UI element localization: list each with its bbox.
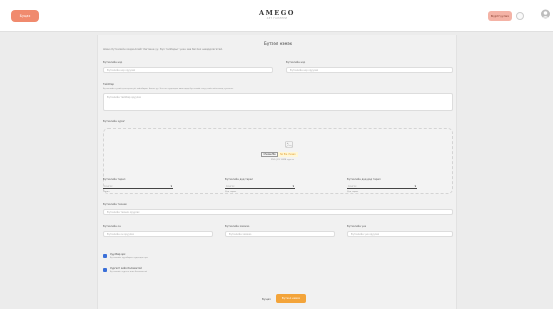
type-select-value: Сонгох: [104, 184, 113, 188]
size-input[interactable]: Бүтээлийн хэмжээ: [225, 231, 335, 237]
notification-icon[interactable]: [516, 12, 524, 20]
subgenre-select[interactable]: Сонгох ▾: [347, 184, 417, 189]
genre-select-value: Сонгох: [226, 184, 235, 188]
form-title: Бүтээл нэмэх: [263, 41, 293, 46]
chevron-down-icon: ▾: [292, 184, 294, 188]
size-label: Бүтээлийн хэмжээ: [225, 225, 250, 228]
genre-select[interactable]: Сонгох ▾: [225, 184, 295, 189]
genre-note: Дэд төрөл: [225, 191, 237, 193]
copyright-label: Хуулбар эрх: [110, 253, 126, 256]
file-picker[interactable]: Choose file No file chosen: [261, 151, 298, 157]
delivery-desc: Бүтээлийг хүргэж өгөх боломжтой: [110, 271, 147, 273]
type-select[interactable]: Сонгох ▾: [103, 184, 173, 189]
delivery-label: Хүргэлт хийх боломжтой: [110, 267, 142, 270]
title-mn-input[interactable]: Бүтээлийн нэр оруулах: [103, 67, 273, 73]
subgenre-label: Бүтээлийн дэд дэд төрөл: [347, 178, 381, 181]
add-artwork-form: Бүтээл нэмэх Шинэ бүтээлийн мэдээллийг б…: [97, 35, 457, 309]
copyright-desc: Бүтээлийн хуулбарыг худалдах эрх: [110, 257, 148, 259]
subgenre-select-value: Сонгох: [348, 184, 357, 188]
year-label: Бүтээлийн он: [103, 225, 121, 228]
image-note: PNG, JPG 10MB хүртэл: [271, 159, 294, 161]
title-mn-label: Бүтээлийн нэр: [103, 61, 123, 64]
copyright-checkbox[interactable]: [103, 254, 107, 258]
year-input[interactable]: Бүтээлийн он оруулах: [103, 231, 213, 237]
logo[interactable]: AMEGO АРТ ГАЛЛЕРИ: [255, 9, 299, 20]
header-back-button[interactable]: Буцах: [11, 10, 39, 22]
back-button[interactable]: Буцах: [262, 297, 271, 301]
chevron-down-icon: ▾: [414, 184, 416, 188]
user-avatar-icon[interactable]: [540, 9, 551, 23]
subgenre-note: Дэд төрөл: [347, 191, 359, 193]
image-icon: [285, 141, 293, 148]
file-status: No file chosen: [278, 151, 298, 157]
description-label: Тайлбар: [103, 83, 114, 86]
image-label: Бүтээлийн зураг: [103, 120, 125, 123]
technique-label: Бүтээлийн техник: [103, 203, 127, 206]
description-textarea[interactable]: Бүтээлийн тайлбар оруулах: [103, 93, 453, 111]
description-hint: Бүтээлийн тухай дэлгэрэнгүй тайлбарыг би…: [103, 88, 234, 90]
title-en-input[interactable]: Бүтээлийн нэр оруулах: [286, 67, 453, 73]
type-label: Бүтээлийн төрөл: [103, 178, 126, 181]
title-en-label: Бүтээлийн нэр: [286, 61, 306, 64]
price-input[interactable]: Бүтээлийн үнэ оруулах: [347, 231, 453, 237]
submit-button[interactable]: Бүтээл нэмэх: [276, 294, 306, 303]
delivery-checkbox[interactable]: [103, 268, 107, 272]
technique-input[interactable]: Бүтээлийн техник оруулах: [103, 209, 453, 215]
choose-file-button[interactable]: Choose file: [261, 151, 279, 157]
type-note: Төрөл: [103, 191, 110, 193]
genre-label: Бүтээлийн дэд төрөл: [225, 178, 253, 181]
logo-text: AMEGO: [259, 9, 295, 17]
register-button[interactable]: Бүртгүүлэх: [488, 11, 512, 21]
top-bar: Буцах AMEGO АРТ ГАЛЛЕРИ Бүртгүүлэх: [0, 0, 553, 32]
chevron-down-icon: ▾: [170, 184, 172, 188]
form-subtitle: Шинэ бүтээлийн мэдээллийг бөглөнө үү. Бү…: [103, 48, 223, 51]
price-label: Бүтээлийн үнэ: [347, 225, 367, 228]
logo-subtext: АРТ ГАЛЛЕРИ: [266, 17, 288, 20]
